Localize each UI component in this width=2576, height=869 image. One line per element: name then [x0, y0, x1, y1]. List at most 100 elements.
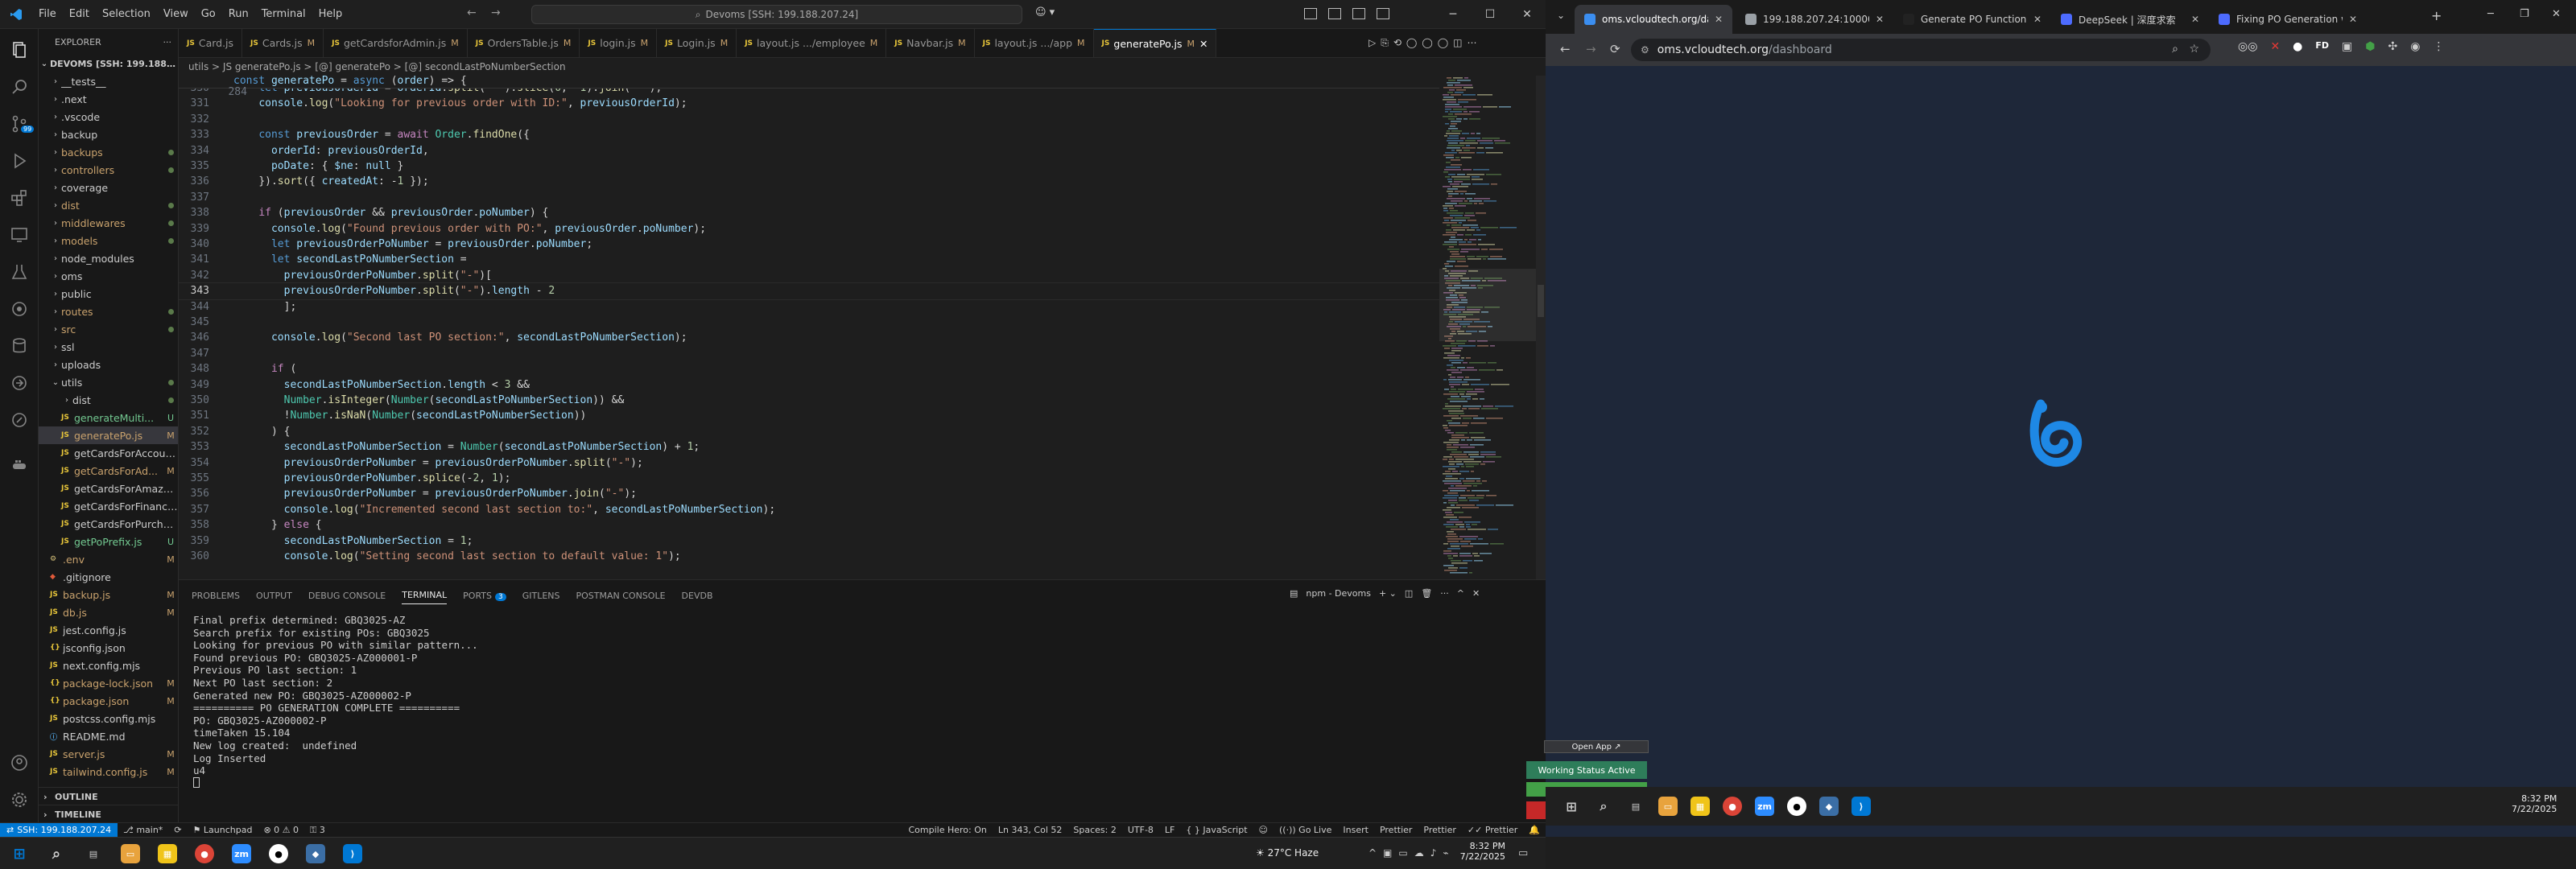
vscode-taskbar-icon[interactable]: ⟩: [1852, 797, 1871, 816]
sticky-scroll-line[interactable]: 284 const generatePo = async (order) => {: [179, 76, 1439, 98]
code-line[interactable]: 334 orderId: previousOrderId,: [179, 143, 1439, 159]
browser-tab[interactable]: DeepSeek | 深度求索 ✕: [2051, 5, 2209, 34]
kill-terminal-icon[interactable]: 🗑: [1421, 588, 1432, 599]
menu-item-file[interactable]: File: [32, 8, 63, 20]
browser-tab[interactable]: oms.vcloudtech.org/das ✕: [1575, 5, 1732, 34]
line-ending[interactable]: LF: [1159, 825, 1180, 835]
close-icon[interactable]: ✕: [1509, 0, 1546, 29]
code-line[interactable]: 359 secondLastPoNumberSection = 1;: [179, 533, 1439, 549]
search-icon[interactable]: [10, 77, 29, 97]
tab-search-icon[interactable]: ⌄: [1557, 10, 1565, 21]
code-line[interactable]: 355 previousOrderPoNumber.splice(-2, 1);: [179, 471, 1439, 486]
toggle-sidebar-icon[interactable]: [1304, 8, 1317, 19]
tree-file[interactable]: JS getPoPrefix.js U: [39, 533, 178, 550]
tree-folder[interactable]: › src: [39, 320, 178, 338]
tree-file[interactable]: ◆ .gitignore: [39, 568, 178, 586]
tree-folder[interactable]: › backup: [39, 126, 178, 143]
panel-tab-ports[interactable]: PORTS 3: [463, 587, 506, 604]
editor-tab[interactable]: JS Login.js M: [657, 29, 737, 57]
search-taskbar-icon[interactable]: ⌕: [1594, 797, 1613, 816]
tree-folder[interactable]: › oms: [39, 267, 178, 285]
tree-file[interactable]: JS getCardsForAd... M: [39, 462, 178, 480]
code-line[interactable]: 337: [179, 190, 1439, 205]
panel-tab-postman-console[interactable]: POSTMAN CONSOLE: [576, 587, 666, 604]
source-control-icon[interactable]: 99: [10, 114, 35, 134]
minimap[interactable]: [1439, 76, 1536, 579]
chrome-taskbar-icon[interactable]: ●: [195, 844, 214, 863]
file-explorer-icon[interactable]: ▭: [1658, 797, 1678, 816]
tree-file[interactable]: ⚙ .env M: [39, 550, 178, 568]
code-line[interactable]: 335 poDate: { $ne: null }: [179, 159, 1439, 174]
go-live-button[interactable]: ((·)) Go Live: [1274, 825, 1337, 835]
tree-folder[interactable]: › dist: [39, 196, 178, 214]
tree-file[interactable]: JS server.js M: [39, 745, 178, 763]
branch-indicator[interactable]: ⎇ main*: [118, 825, 168, 835]
editor-tab[interactable]: JS OrdersTable.js M: [468, 29, 580, 57]
zoom-taskbar-icon[interactable]: zm: [1755, 797, 1774, 816]
code-line[interactable]: 356 previousOrderPoNumber = previousOrde…: [179, 486, 1439, 501]
code-line[interactable]: 339 console.log("Found previous order wi…: [179, 221, 1439, 237]
toggle-panel-icon[interactable]: [1328, 8, 1341, 19]
editor-scrollbar[interactable]: [1536, 76, 1546, 579]
code-line[interactable]: 357 console.log("Incremented second last…: [179, 502, 1439, 517]
new-tab-icon[interactable]: +: [2431, 8, 2442, 23]
code-line[interactable]: 354 previousOrderPoNumber = previousOrde…: [179, 455, 1439, 471]
ports-indicator[interactable]: ⚿ 3: [304, 825, 331, 836]
chrome-menu-icon[interactable]: ⋮: [2433, 40, 2444, 53]
editor-tab[interactable]: JS Navbar.js M: [886, 29, 975, 57]
editor-actions[interactable]: ▷⎘⟲◯◯◯◫⋯: [1368, 37, 1482, 49]
customize-layout-icon[interactable]: [1377, 8, 1389, 19]
code-line[interactable]: 360 console.log("Setting second last sec…: [179, 549, 1439, 564]
editor-tab[interactable]: JS getCardsforAdmin.js M: [324, 29, 468, 57]
store-icon[interactable]: ▦: [158, 844, 177, 863]
chrome-maximize-icon[interactable]: ❐: [2520, 8, 2529, 20]
tree-folder[interactable]: › public: [39, 285, 178, 303]
tree-folder[interactable]: › dist: [39, 391, 178, 409]
address-bar[interactable]: ⚙ oms.vcloudtech.org/dashboard ⌕ ☆: [1631, 39, 2211, 61]
extensions-icon[interactable]: [10, 188, 29, 208]
tree-file[interactable]: JS getCardsForPurchasi...: [39, 515, 178, 533]
docker-icon[interactable]: [10, 455, 29, 475]
task-view-icon[interactable]: ▤: [84, 844, 103, 863]
glasses-extension-icon[interactable]: ◎◎: [2238, 40, 2257, 53]
tree-folder[interactable]: › .next: [39, 90, 178, 108]
minimize-icon[interactable]: ─: [1435, 0, 1472, 29]
more-icon[interactable]: ···: [1440, 588, 1449, 599]
notifications-icon[interactable]: ▭: [1518, 847, 1528, 859]
panel-maximize-icon[interactable]: ^: [1457, 588, 1464, 599]
tree-file[interactable]: JS getCardsForFinance.js: [39, 497, 178, 515]
code-line[interactable]: 349 secondLastPoNumberSection.length < 3…: [179, 377, 1439, 393]
chrome-taskbar-icon[interactable]: ●: [1723, 797, 1742, 816]
tree-file[interactable]: JS getCardsForAccount.js: [39, 444, 178, 462]
weather-widget[interactable]: ☀ 27°C Haze: [1256, 847, 1319, 859]
tree-file[interactable]: JS next.config.mjs: [39, 657, 178, 674]
store-icon[interactable]: ▦: [1690, 797, 1710, 816]
postman-icon[interactable]: [10, 410, 29, 430]
tree-folder[interactable]: › models: [39, 232, 178, 249]
editor-tab[interactable]: JS layout.js .../app M: [975, 29, 1094, 57]
system-tray-icons[interactable]: ^▣▭☁♪⌁: [1368, 847, 1455, 859]
explorer-icon[interactable]: [10, 40, 29, 60]
code-line[interactable]: 342 previousOrderPoNumber.split("-")[: [179, 268, 1439, 283]
prettier-status-2[interactable]: Prettier: [1418, 825, 1461, 835]
database-icon[interactable]: [10, 336, 29, 356]
launchpad-item[interactable]: ⚑ Launchpad: [188, 825, 258, 835]
profile-avatar-icon[interactable]: ◉: [2410, 40, 2420, 53]
problems-indicator[interactable]: ⊗ 0 ⚠ 0: [258, 825, 304, 835]
editor-tab[interactable]: JS Cards.js M: [242, 29, 324, 57]
app-taskbar-icon[interactable]: ●: [269, 844, 288, 863]
panel-tab-problems[interactable]: PROBLEMS: [192, 587, 240, 604]
tree-file[interactable]: JS postcss.config.mjs: [39, 710, 178, 727]
zoom-taskbar-icon[interactable]: zm: [232, 844, 251, 863]
panel-tab-devdb[interactable]: DEVDB: [682, 587, 713, 604]
tree-folder[interactable]: ⌄ utils: [39, 373, 178, 391]
system-clock[interactable]: 8:32 PM 7/22/2025: [1457, 841, 1505, 862]
remote-clock[interactable]: 8:32 PM 7/22/2025: [2512, 793, 2557, 814]
browser-tab[interactable]: 199.188.207.24:10000/ba✕: [1736, 5, 1893, 34]
language-mode[interactable]: { } JavaScript: [1180, 825, 1253, 835]
compile-hero-status[interactable]: Compile Hero: On: [902, 825, 992, 835]
puzzle-extensions-icon[interactable]: ✣: [2388, 40, 2398, 53]
red-x-extension-icon[interactable]: ✕: [2270, 40, 2280, 53]
panel-tab-debug-console[interactable]: DEBUG CONSOLE: [308, 587, 386, 604]
tree-file[interactable]: JS backup.js M: [39, 586, 178, 603]
